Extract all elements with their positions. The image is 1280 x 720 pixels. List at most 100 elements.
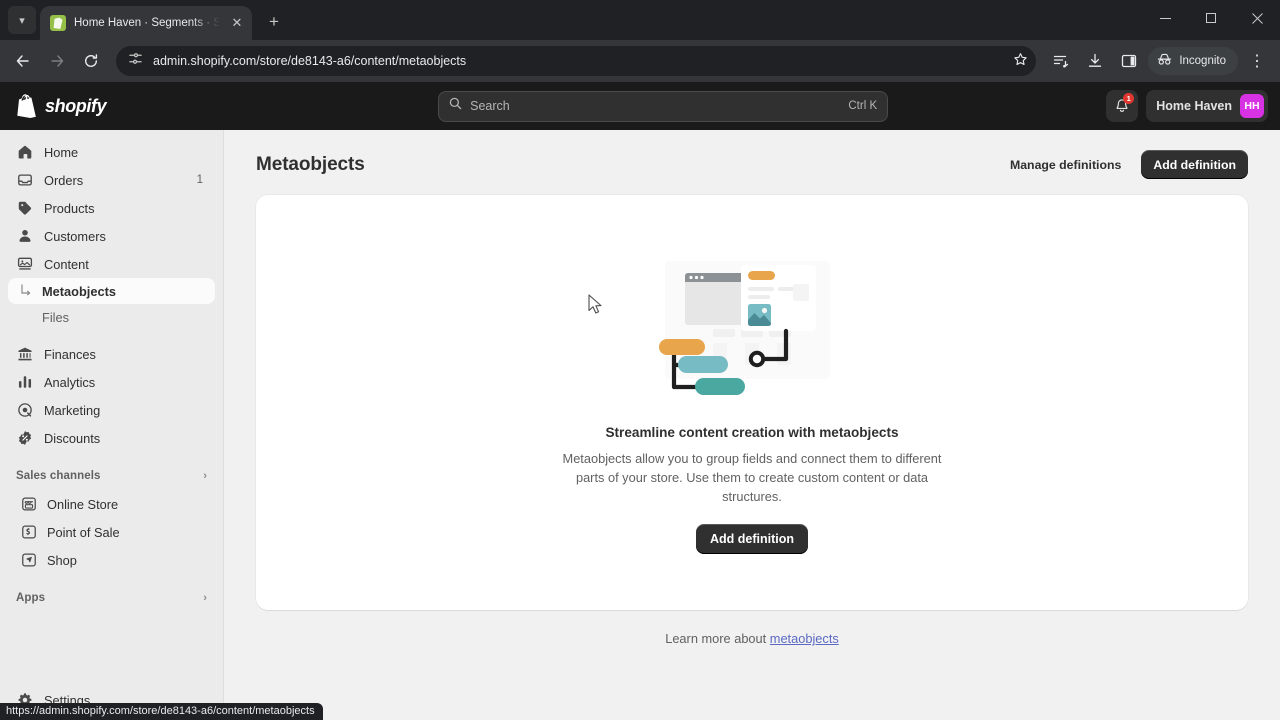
metaobjects-illustration bbox=[645, 251, 860, 411]
new-tab-icon[interactable]: + bbox=[260, 8, 288, 36]
section-title: Apps bbox=[16, 592, 46, 604]
bank-icon bbox=[16, 346, 33, 363]
empty-state-add-definition-button[interactable]: Add definition bbox=[695, 524, 808, 554]
sidebar-item-label: Marketing bbox=[44, 402, 101, 418]
empty-state-card: Streamline content creation with metaobj… bbox=[256, 195, 1248, 610]
chevron-right-icon[interactable]: › bbox=[203, 592, 207, 604]
chevron-right-icon[interactable]: › bbox=[203, 470, 207, 482]
page-title: Metaobjects bbox=[256, 153, 365, 175]
sidebar-item-label: Shop bbox=[47, 552, 77, 568]
sidebar-item-label: Content bbox=[44, 256, 89, 272]
sidebar-section-sales-channels[interactable]: Sales channels › bbox=[8, 462, 215, 490]
sidebar-item-label: Home bbox=[44, 144, 79, 160]
add-definition-button[interactable]: Add definition bbox=[1141, 150, 1248, 179]
app-body: Home Orders 1 Products Customers Content… bbox=[0, 130, 1280, 720]
maximize-icon[interactable] bbox=[1188, 0, 1234, 36]
notifications-button[interactable]: 1 bbox=[1106, 90, 1139, 122]
sidebar-item-orders[interactable]: Orders 1 bbox=[8, 166, 215, 194]
sidebar-section-apps[interactable]: Apps › bbox=[8, 584, 215, 612]
megaphone-icon bbox=[16, 402, 33, 419]
sidebar-item-analytics[interactable]: Analytics bbox=[8, 368, 215, 396]
incognito-icon bbox=[1156, 51, 1173, 71]
main-content: Metaobjects Manage definitions Add defin… bbox=[224, 130, 1280, 720]
topbar-right: 1 Home Haven HH bbox=[1106, 90, 1268, 122]
sidebar-subitem-label: Metaobjects bbox=[42, 283, 116, 299]
sidebar-subitem-label: Files bbox=[42, 309, 70, 325]
shopify-bag-icon bbox=[16, 93, 38, 119]
search-area: Search Ctrl K bbox=[232, 90, 1094, 122]
notification-badge: 1 bbox=[1123, 93, 1135, 104]
home-icon bbox=[16, 144, 33, 161]
sidebar-item-home[interactable]: Home bbox=[8, 138, 215, 166]
browser-tab[interactable]: Home Haven · Segments · Shop ✕ bbox=[40, 6, 252, 40]
browser-menu-icon[interactable]: ⋮ bbox=[1242, 46, 1272, 76]
sidebar-item-finances[interactable]: Finances bbox=[8, 340, 215, 368]
forward-icon[interactable] bbox=[42, 46, 72, 76]
sidebar-item-label: Finances bbox=[44, 346, 96, 362]
reload-icon[interactable] bbox=[76, 46, 106, 76]
sidebar-item-label: Discounts bbox=[44, 430, 101, 446]
close-icon[interactable]: ✕ bbox=[228, 14, 246, 32]
browser-window: ▾ Home Haven · Segments · Shop ✕ + bbox=[0, 0, 1280, 720]
close-window-icon[interactable] bbox=[1234, 0, 1280, 36]
sidebar: Home Orders 1 Products Customers Content… bbox=[0, 130, 224, 720]
shop-icon bbox=[20, 552, 37, 569]
incognito-indicator[interactable]: Incognito bbox=[1148, 47, 1238, 75]
sidebar-item-label: Customers bbox=[44, 228, 106, 244]
storefront-icon bbox=[20, 496, 37, 513]
app-topbar: shopify Search Ctrl K 1 Home Haven HH bbox=[0, 82, 1280, 130]
minimize-icon[interactable] bbox=[1142, 0, 1188, 36]
address-bar[interactable]: admin.shopify.com/store/de8143-a6/conten… bbox=[116, 46, 1037, 76]
star-icon[interactable] bbox=[1013, 52, 1028, 70]
status-bar-url: https://admin.shopify.com/store/de8143-a… bbox=[0, 703, 323, 720]
empty-state-title: Streamline content creation with metaobj… bbox=[605, 425, 899, 440]
sidebar-item-marketing[interactable]: Marketing bbox=[8, 396, 215, 424]
manage-definitions-button[interactable]: Manage definitions bbox=[998, 150, 1133, 179]
tab-strip: ▾ Home Haven · Segments · Shop ✕ + bbox=[0, 0, 1280, 40]
learn-more-footer: Learn more about metaobjects bbox=[256, 610, 1248, 646]
sidebar-item-point-of-sale[interactable]: Point of Sale bbox=[8, 518, 215, 546]
sidebar-item-shop[interactable]: Shop bbox=[8, 546, 215, 574]
search-shortcut: Ctrl K bbox=[848, 100, 878, 112]
sidebar-item-metaobjects[interactable]: Metaobjects bbox=[8, 278, 215, 304]
sidebar-item-files[interactable]: Files bbox=[8, 304, 215, 330]
discount-icon bbox=[16, 430, 33, 447]
page-header: Metaobjects Manage definitions Add defin… bbox=[256, 130, 1248, 195]
side-panel-icon[interactable] bbox=[1114, 46, 1144, 76]
empty-state-body: Metaobjects allow you to group fields an… bbox=[562, 451, 942, 504]
back-icon[interactable] bbox=[8, 46, 38, 76]
browser-toolbar: admin.shopify.com/store/de8143-a6/conten… bbox=[0, 40, 1280, 82]
learn-more-text: Learn more about bbox=[665, 631, 770, 646]
store-menu-button[interactable]: Home Haven HH bbox=[1146, 90, 1268, 122]
avatar: HH bbox=[1240, 94, 1264, 118]
sidebar-item-discounts[interactable]: Discounts bbox=[8, 424, 215, 452]
section-title: Sales channels bbox=[16, 470, 101, 482]
tab-search-chevron-icon[interactable]: ▾ bbox=[8, 6, 36, 34]
sidebar-item-label: Online Store bbox=[47, 496, 119, 512]
shopify-admin: shopify Search Ctrl K 1 Home Haven HH Ho… bbox=[0, 82, 1280, 720]
window-controls bbox=[1142, 0, 1280, 36]
chart-icon bbox=[16, 374, 33, 391]
shopify-logo[interactable]: shopify bbox=[12, 93, 220, 119]
sidebar-item-customers[interactable]: Customers bbox=[8, 222, 215, 250]
search-input[interactable]: Search Ctrl K bbox=[438, 90, 889, 122]
sidebar-item-label: Products bbox=[44, 200, 95, 216]
person-icon bbox=[16, 228, 33, 245]
reading-list-icon[interactable] bbox=[1046, 46, 1076, 76]
sidebar-item-label: Analytics bbox=[44, 374, 96, 390]
site-settings-icon[interactable] bbox=[128, 51, 143, 71]
sidebar-item-label: Point of Sale bbox=[47, 524, 120, 540]
subnav-arrow-icon bbox=[18, 283, 34, 299]
incognito-label: Incognito bbox=[1179, 55, 1226, 67]
shopify-bag-icon bbox=[50, 15, 66, 31]
inbox-icon bbox=[16, 172, 33, 189]
tag-icon bbox=[16, 200, 33, 217]
sidebar-item-content[interactable]: Content bbox=[8, 250, 215, 278]
sidebar-item-products[interactable]: Products bbox=[8, 194, 215, 222]
pos-icon bbox=[20, 524, 37, 541]
sidebar-item-online-store[interactable]: Online Store bbox=[8, 490, 215, 518]
metaobjects-link[interactable]: metaobjects bbox=[770, 631, 839, 646]
download-icon[interactable] bbox=[1080, 46, 1110, 76]
